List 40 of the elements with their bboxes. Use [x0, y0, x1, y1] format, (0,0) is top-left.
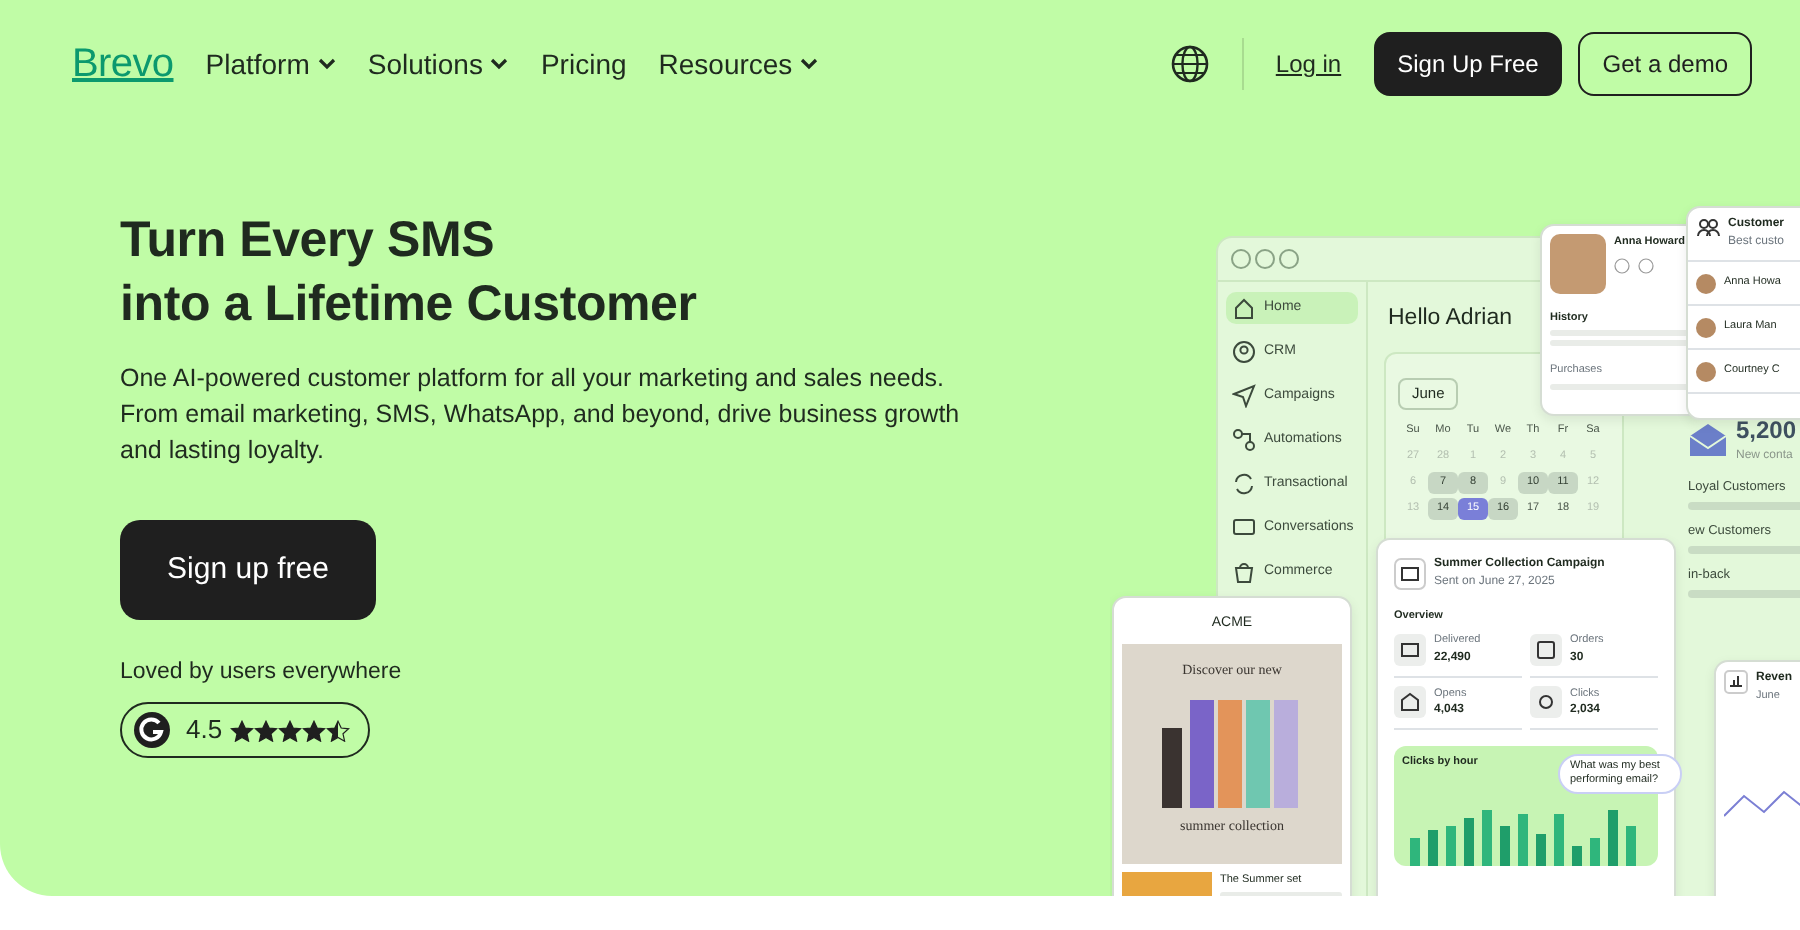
- greeting: Hello Adrian: [1388, 304, 1513, 334]
- hero-title-line: into a Lifetime Customer: [120, 274, 699, 336]
- users-icon: [1696, 216, 1720, 240]
- hero-title-line: Turn Every SMS: [120, 210, 497, 272]
- rating-caption: Loved by users everywhere: [120, 658, 404, 688]
- window-dot-icon: [1230, 248, 1252, 270]
- avatar-placeholder: [1550, 234, 1606, 294]
- star-icon: [326, 719, 351, 741]
- star-icon: [302, 719, 327, 741]
- avatar-placeholder: [1696, 273, 1716, 293]
- contacts-count: 5,200: [1736, 414, 1797, 449]
- avatar-placeholder: [1696, 361, 1716, 381]
- chart-icon: [1724, 670, 1748, 694]
- bag-icon: [1232, 560, 1256, 584]
- caret-icon: [800, 58, 819, 70]
- home-icon: [1232, 296, 1256, 320]
- demo-button[interactable]: Get a demo: [1578, 32, 1752, 96]
- star-icon: [254, 719, 279, 741]
- caret-icon: [490, 58, 509, 70]
- send-icon: [1232, 384, 1256, 408]
- nav-menu-item[interactable]: Resources: [658, 43, 819, 85]
- rating-logo-icon: [134, 712, 170, 748]
- box-icon: [1530, 633, 1562, 666]
- globe-icon: [1169, 44, 1210, 84]
- login-link[interactable]: Log in: [1275, 46, 1342, 82]
- window-dot-icon: [1278, 248, 1300, 270]
- nav-menu-item[interactable]: Pricing: [540, 43, 627, 85]
- rating-score: 4.5: [186, 712, 223, 749]
- hero-description: One AI-powered customer platform for all your marketing and sales needs. From email marketing, SMS, WhatsApp, and beyond, drive business growth and lasting loyalty.: [120, 362, 962, 468]
- window-dot-icon: [1254, 248, 1276, 270]
- caret-icon: [317, 58, 336, 70]
- star-icon: [278, 719, 303, 741]
- nav-menu-item[interactable]: Platform: [205, 43, 336, 85]
- avatar-placeholder: [1696, 317, 1716, 337]
- signup-button[interactable]: Sign Up Free: [1373, 32, 1563, 96]
- nav-menu-item[interactable]: Solutions: [367, 43, 509, 85]
- star-icon: [230, 719, 255, 741]
- flow-icon: [1232, 428, 1256, 452]
- refresh-icon: [1232, 472, 1256, 496]
- signup-free-button[interactable]: Sign up free: [120, 520, 376, 620]
